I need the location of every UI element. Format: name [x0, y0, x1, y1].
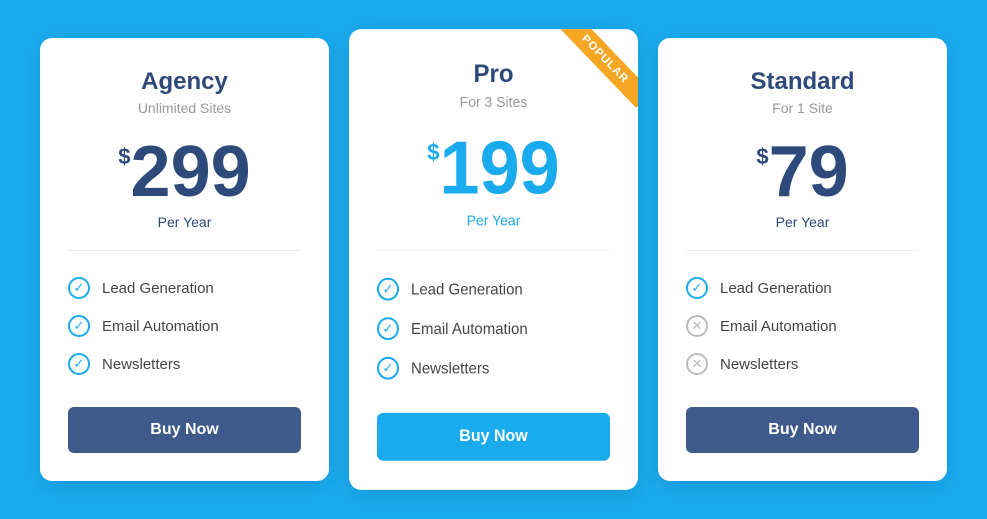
feature-item: ✓ Newsletters: [68, 345, 301, 383]
price-dollar: $: [756, 144, 768, 170]
feature-label: Lead Generation: [102, 280, 214, 297]
plan-name: Pro: [473, 60, 513, 89]
feature-label: Email Automation: [411, 320, 528, 338]
price-period: Per Year: [467, 212, 521, 229]
check-icon: ✓: [377, 278, 399, 301]
price-amount: 299: [131, 136, 251, 208]
feature-item: ✓ Email Automation: [68, 307, 301, 345]
divider: [686, 250, 919, 251]
price-block: $ 199: [427, 131, 559, 206]
plan-subtitle: Unlimited Sites: [138, 100, 231, 116]
pricing-card-agency: Agency Unlimited Sites $ 299 Per Year ✓ …: [40, 38, 329, 481]
check-icon: ✓: [68, 353, 90, 375]
feature-label: Email Automation: [720, 318, 837, 335]
check-icon: ✓: [377, 357, 399, 380]
price-block: $ 79: [756, 136, 848, 208]
price-dollar: $: [427, 139, 439, 166]
feature-item: ✓ Lead Generation: [68, 269, 301, 307]
popular-ribbon: POPULAR: [548, 29, 638, 123]
feature-item: ✓ Lead Generation: [686, 269, 919, 307]
feature-label: Lead Generation: [411, 280, 523, 298]
feature-label: Lead Generation: [720, 280, 832, 297]
plan-subtitle: For 1 Site: [772, 100, 833, 116]
divider: [68, 250, 301, 251]
feature-item: ✕ Newsletters: [686, 345, 919, 383]
price-block: $ 299: [118, 136, 250, 208]
price-amount: 79: [769, 136, 849, 208]
divider: [377, 250, 610, 251]
features-list: ✓ Lead Generation ✕ Email Automation ✕ N…: [686, 269, 919, 383]
feature-item: ✓ Lead Generation: [377, 269, 610, 309]
check-icon: ✓: [68, 315, 90, 337]
pricing-card-pro: POPULAR Pro For 3 Sites $ 199 Per Year ✓…: [349, 29, 638, 490]
feature-label: Email Automation: [102, 318, 219, 335]
feature-item: ✓ Email Automation: [377, 309, 610, 349]
feature-label: Newsletters: [102, 356, 180, 373]
price-amount: 199: [440, 131, 560, 206]
plan-name: Standard: [750, 68, 854, 96]
features-list: ✓ Lead Generation ✓ Email Automation ✓ N…: [68, 269, 301, 383]
popular-label: POPULAR: [558, 29, 638, 108]
price-dollar: $: [118, 144, 130, 170]
buy-now-button[interactable]: Buy Now: [686, 407, 919, 453]
feature-label: Newsletters: [720, 356, 798, 373]
feature-item: ✕ Email Automation: [686, 307, 919, 345]
check-icon: ✓: [377, 317, 399, 340]
cross-icon: ✕: [686, 315, 708, 337]
check-icon: ✓: [68, 277, 90, 299]
features-list: ✓ Lead Generation ✓ Email Automation ✓ N…: [377, 269, 610, 388]
plan-subtitle: For 3 Sites: [460, 94, 528, 111]
check-icon: ✓: [686, 277, 708, 299]
price-period: Per Year: [158, 214, 212, 230]
plan-name: Agency: [141, 68, 228, 96]
buy-now-button[interactable]: Buy Now: [377, 413, 610, 461]
cross-icon: ✕: [686, 353, 708, 375]
pricing-card-standard: Standard For 1 Site $ 79 Per Year ✓ Lead…: [658, 38, 947, 481]
buy-now-button[interactable]: Buy Now: [68, 407, 301, 453]
price-period: Per Year: [776, 214, 830, 230]
feature-label: Newsletters: [411, 359, 489, 377]
pricing-wrapper: Agency Unlimited Sites $ 299 Per Year ✓ …: [40, 38, 947, 481]
feature-item: ✓ Newsletters: [377, 348, 610, 388]
